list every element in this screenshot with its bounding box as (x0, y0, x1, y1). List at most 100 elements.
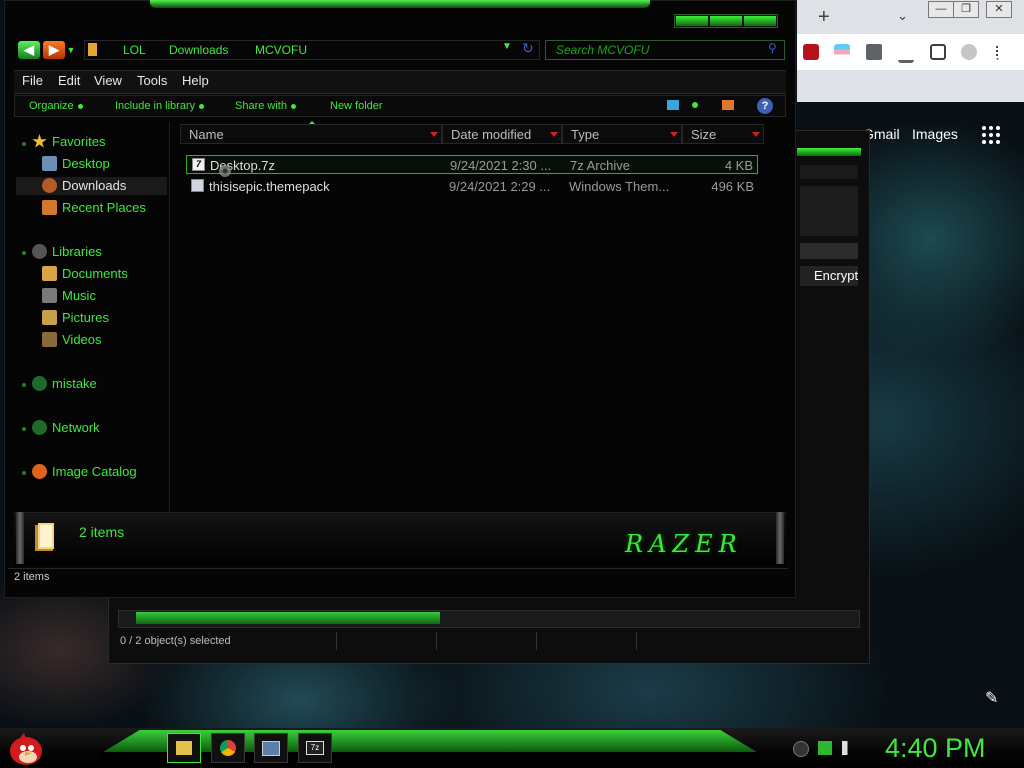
images-link[interactable]: Images (912, 126, 958, 142)
themepack-file-icon (191, 179, 204, 192)
7z-file-icon: 7 (192, 158, 205, 171)
tray-volume-icon[interactable] (842, 741, 856, 755)
nav-pictures[interactable]: Pictures (42, 309, 109, 327)
folder-icon (176, 741, 192, 755)
menu-help[interactable]: Help (182, 73, 209, 88)
downloads-icon (42, 178, 57, 193)
nav-mistake[interactable]: mistake (32, 375, 97, 393)
image-catalog-bullet-icon (22, 471, 26, 475)
menu-edit[interactable]: Edit (58, 73, 80, 88)
column-filter-icon[interactable] (430, 132, 438, 137)
column-header-name[interactable]: Name (180, 124, 442, 144)
background-window-combo[interactable] (800, 243, 858, 259)
nav-recent-places[interactable]: Recent Places (42, 199, 146, 217)
organize-button[interactable]: Organize (29, 100, 83, 112)
back-button[interactable]: ◀ (18, 41, 40, 59)
background-window-toolbar (800, 165, 858, 179)
chrome-icon (220, 740, 236, 756)
side-panel-icon[interactable] (930, 44, 946, 60)
libraries-icon (32, 244, 47, 259)
column-header-date-modified[interactable]: Date modified (442, 124, 562, 144)
file-row[interactable]: 7 Desktop.7z 9/24/2021 2:30 ... 7z Archi… (186, 155, 758, 174)
taskbar-chrome-button[interactable] (211, 733, 245, 763)
view-dropdown-icon[interactable] (692, 102, 698, 108)
file-size: 4 KB (724, 158, 753, 173)
minimize-button[interactable] (676, 16, 708, 26)
nav-network[interactable]: Network (32, 419, 100, 437)
nav-videos[interactable]: Videos (42, 331, 102, 349)
star-icon (32, 134, 47, 148)
apps-grid-icon[interactable] (982, 126, 1000, 144)
new-folder-button[interactable]: New folder (330, 100, 383, 112)
mouse-cursor-icon (219, 165, 231, 177)
breadcrumb-mcvofu[interactable]: MCVOFU (255, 43, 307, 57)
caption-buttons[interactable] (674, 14, 778, 28)
column-filter-icon[interactable] (550, 132, 558, 137)
nav-music[interactable]: Music (42, 287, 96, 305)
menu-kebab-icon[interactable] (996, 44, 1002, 60)
tray-arrow-icon[interactable] (793, 741, 809, 757)
puzzle-icon[interactable] (866, 44, 882, 60)
maximize-button[interactable] (710, 16, 742, 26)
background-progress-fill (136, 612, 440, 624)
menu-file[interactable]: File (22, 73, 43, 88)
encrypt-column-header[interactable]: Encrypt (800, 266, 858, 286)
favorites-bullet-icon (22, 142, 26, 146)
documents-icon (42, 266, 57, 281)
menu-view[interactable]: View (94, 73, 122, 88)
search-placeholder: Search MCVOFU (556, 43, 650, 57)
ublock-icon[interactable] (803, 44, 819, 60)
share-with-button[interactable]: Share with (235, 100, 296, 112)
tray-network-icon[interactable] (818, 741, 832, 755)
column-header-type[interactable]: Type (562, 124, 682, 144)
profile-avatar-icon[interactable] (961, 44, 977, 60)
window-icon (262, 740, 280, 756)
taskbar-window-button[interactable] (254, 733, 288, 763)
close-button[interactable] (744, 16, 776, 26)
nav-documents[interactable]: Documents (42, 265, 128, 283)
address-bar[interactable] (84, 40, 540, 60)
close-icon[interactable]: ✕ (986, 1, 1012, 18)
address-dropdown-icon[interactable]: ▼ (502, 41, 512, 52)
recent-places-icon (42, 200, 57, 215)
forward-button[interactable]: ▶ (43, 41, 65, 59)
file-row[interactable]: thisisepic.themepack 9/24/2021 2:29 ... … (186, 177, 758, 196)
nav-desktop[interactable]: Desktop (42, 155, 110, 173)
nav-image-catalog[interactable]: Image Catalog (32, 463, 137, 481)
folder-icon (88, 43, 97, 56)
breadcrumb-downloads[interactable]: Downloads (169, 43, 228, 57)
nav-libraries[interactable]: Libraries (32, 243, 102, 261)
status-bar (8, 568, 788, 589)
breadcrumb-lol[interactable]: LOL (123, 43, 146, 57)
include-in-library-button[interactable]: Include in library (115, 100, 205, 112)
column-filter-icon[interactable] (670, 132, 678, 137)
reading-list-icon[interactable] (898, 44, 914, 63)
new-tab-icon[interactable]: + (818, 6, 830, 29)
window-top-glow (150, 0, 650, 8)
preview-pane-icon[interactable] (722, 100, 734, 110)
extension-flag-icon[interactable] (834, 44, 850, 60)
column-filter-icon[interactable] (752, 132, 760, 137)
taskbar-clock[interactable]: 4:40 PM (885, 733, 986, 764)
nav-favorites[interactable]: Favorites (32, 133, 105, 151)
tab-search-chevron-icon[interactable]: ⌄ (897, 8, 908, 24)
view-options-icon[interactable] (667, 100, 679, 110)
taskbar-explorer-button[interactable] (167, 733, 201, 763)
file-name: thisisepic.themepack (209, 179, 330, 194)
taskbar-7zip-button[interactable]: 7z (298, 733, 332, 763)
recent-pages-dropdown[interactable]: ▼ (66, 41, 76, 59)
minimize-icon[interactable]: — (928, 1, 954, 18)
nav-downloads[interactable]: Downloads (16, 177, 167, 195)
restore-icon[interactable]: ❐ (953, 1, 979, 18)
search-icon[interactable]: ⚲ (768, 41, 777, 55)
edit-pencil-icon[interactable]: ✎ (985, 688, 998, 708)
help-icon[interactable]: ? (757, 98, 773, 114)
videos-icon (42, 332, 57, 347)
homegroup-icon (32, 376, 47, 391)
refresh-icon[interactable]: ↻ (522, 40, 534, 57)
menu-tools[interactable]: Tools (137, 73, 167, 88)
folder-open-icon (35, 523, 54, 551)
start-button-angry-bird-icon[interactable] (6, 730, 46, 766)
column-header-size[interactable]: Size (682, 124, 764, 144)
mistake-bullet-icon (22, 383, 26, 387)
